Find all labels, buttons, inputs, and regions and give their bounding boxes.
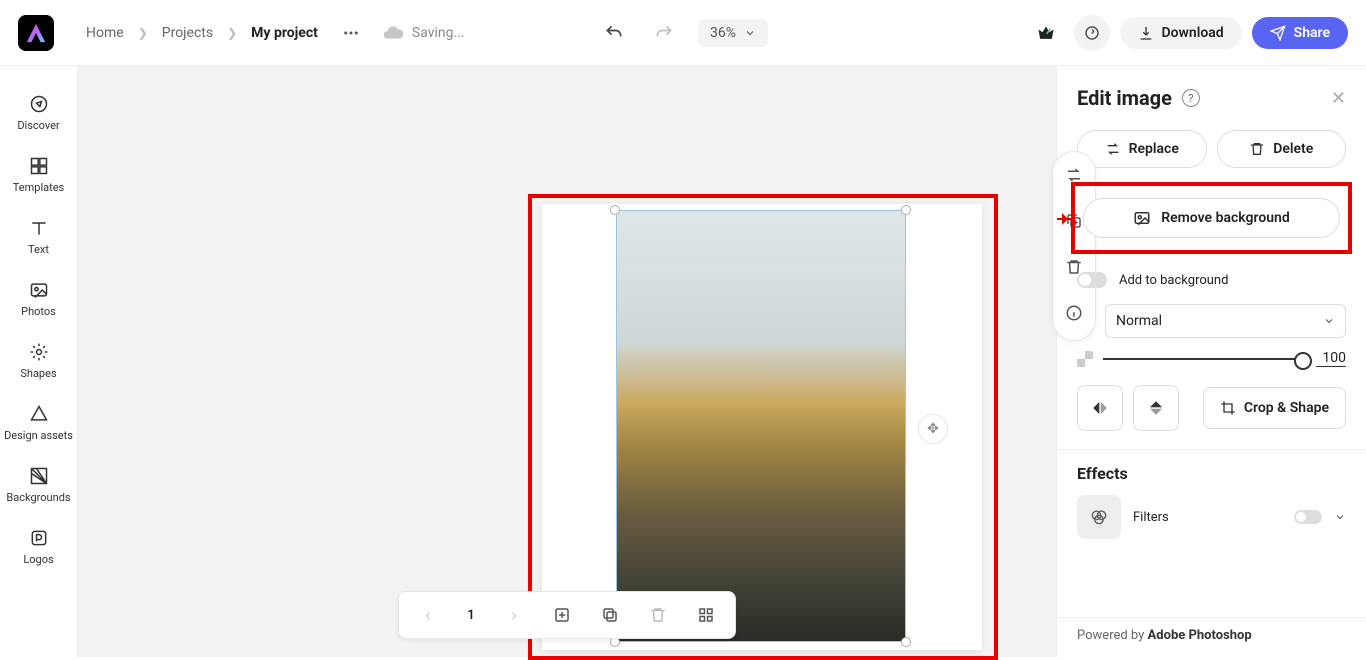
duplicate-page-button[interactable] — [595, 600, 625, 630]
header-right-controls: Download Share — [1028, 15, 1349, 51]
resize-handle-top-left[interactable] — [610, 205, 620, 215]
canvas-area[interactable]: ✥ ‹ 1 › — [78, 66, 1056, 657]
redo-button[interactable] — [648, 17, 680, 49]
chevron-right-icon: ❯ — [138, 26, 148, 40]
opacity-slider[interactable] — [1103, 358, 1306, 360]
photo-icon — [29, 280, 49, 300]
add-to-background-label: Add to background — [1119, 273, 1228, 288]
templates-icon — [29, 156, 49, 176]
sidebar-item-photos[interactable]: Photos — [0, 268, 77, 330]
panel-footer: Powered by Adobe Photoshop — [1057, 617, 1366, 657]
sidebar-item-shapes[interactable]: Shapes — [0, 330, 77, 392]
delete-page-button[interactable] — [643, 600, 673, 630]
tips-button[interactable] — [1074, 15, 1110, 51]
header-center-controls: 36% — [598, 17, 768, 49]
crop-icon — [1220, 400, 1236, 416]
adobe-express-logo[interactable] — [18, 15, 54, 51]
left-sidebar: Discover Templates Text Photos Shapes De… — [0, 66, 78, 657]
breadcrumb-projects[interactable]: Projects — [154, 21, 221, 45]
page-number: 1 — [461, 608, 481, 623]
pages-grid-button[interactable] — [691, 600, 721, 630]
sidebar-item-text[interactable]: Text — [0, 206, 77, 268]
download-button[interactable]: Download — [1120, 17, 1242, 49]
annotation-arrow — [1057, 218, 1072, 220]
chevron-down-icon — [1323, 315, 1335, 327]
close-panel-button[interactable]: ✕ — [1331, 88, 1346, 109]
flip-vertical-button[interactable] — [1133, 385, 1179, 431]
more-menu-button[interactable] — [336, 18, 366, 48]
compass-icon — [29, 94, 49, 114]
info-button[interactable] — [1065, 304, 1083, 326]
help-icon[interactable]: ? — [1182, 89, 1200, 107]
chevron-down-icon[interactable] — [1334, 511, 1346, 523]
opacity-value[interactable]: 100 — [1316, 350, 1346, 367]
share-button[interactable]: Share — [1252, 17, 1348, 49]
sidebar-item-discover[interactable]: Discover — [0, 82, 77, 144]
premium-button[interactable] — [1028, 15, 1064, 51]
save-status: Saving... — [382, 22, 465, 44]
opacity-icon — [1077, 351, 1093, 367]
text-icon — [29, 218, 49, 238]
chevron-down-icon — [744, 27, 756, 39]
remove-background-button[interactable]: Remove background — [1083, 198, 1340, 238]
panel-title: Edit image — [1077, 86, 1172, 110]
sidebar-item-backgrounds[interactable]: Backgrounds — [0, 454, 77, 516]
blend-mode-select[interactable]: Normal — [1105, 304, 1346, 338]
chevron-right-icon: ❯ — [227, 26, 237, 40]
remove-background-icon — [1133, 209, 1151, 227]
breadcrumb: Home ❯ Projects ❯ My project — [78, 21, 326, 45]
delete-button[interactable]: Delete — [1217, 130, 1347, 168]
design-assets-icon — [29, 404, 49, 424]
add-to-background-toggle[interactable] — [1077, 272, 1107, 288]
sidebar-item-design-assets[interactable]: Design assets — [0, 392, 77, 454]
trash-icon — [1249, 141, 1265, 157]
next-page-button[interactable]: › — [499, 600, 529, 630]
replace-icon — [1105, 141, 1121, 157]
sidebar-item-templates[interactable]: Templates — [0, 144, 77, 206]
cloud-sync-icon — [382, 22, 404, 44]
flip-horizontal-button[interactable] — [1077, 385, 1123, 431]
edit-image-panel: Edit image ? ✕ Replace Delete — [1056, 66, 1366, 657]
logos-icon — [29, 528, 49, 548]
undo-button[interactable] — [598, 17, 630, 49]
crop-and-shape-button[interactable]: Crop & Shape — [1203, 387, 1346, 429]
annotation-callout-remove-bg: Remove background — [1071, 182, 1352, 254]
zoom-dropdown[interactable]: 36% — [698, 19, 768, 47]
download-icon — [1138, 25, 1154, 41]
shapes-icon — [29, 342, 49, 362]
sidebar-item-logos[interactable]: Logos — [0, 516, 77, 578]
filters-icon — [1077, 495, 1121, 539]
prev-page-button[interactable]: ‹ — [413, 600, 443, 630]
page-controls-bar: ‹ 1 › — [398, 591, 736, 639]
effects-section-title: Effects — [1077, 464, 1346, 483]
breadcrumb-current[interactable]: My project — [243, 21, 326, 45]
add-page-button[interactable] — [547, 600, 577, 630]
move-handle[interactable]: ✥ — [918, 414, 948, 444]
resize-handle-bottom-right[interactable] — [901, 637, 911, 647]
share-icon — [1270, 25, 1286, 41]
backgrounds-icon — [29, 466, 49, 486]
resize-handle-top-right[interactable] — [901, 205, 911, 215]
replace-button[interactable]: Replace — [1077, 130, 1207, 168]
breadcrumb-home[interactable]: Home — [78, 21, 132, 45]
filters-label: Filters — [1133, 510, 1169, 525]
top-header: Home ❯ Projects ❯ My project Saving... 3… — [0, 0, 1366, 66]
filters-toggle[interactable] — [1294, 510, 1322, 524]
